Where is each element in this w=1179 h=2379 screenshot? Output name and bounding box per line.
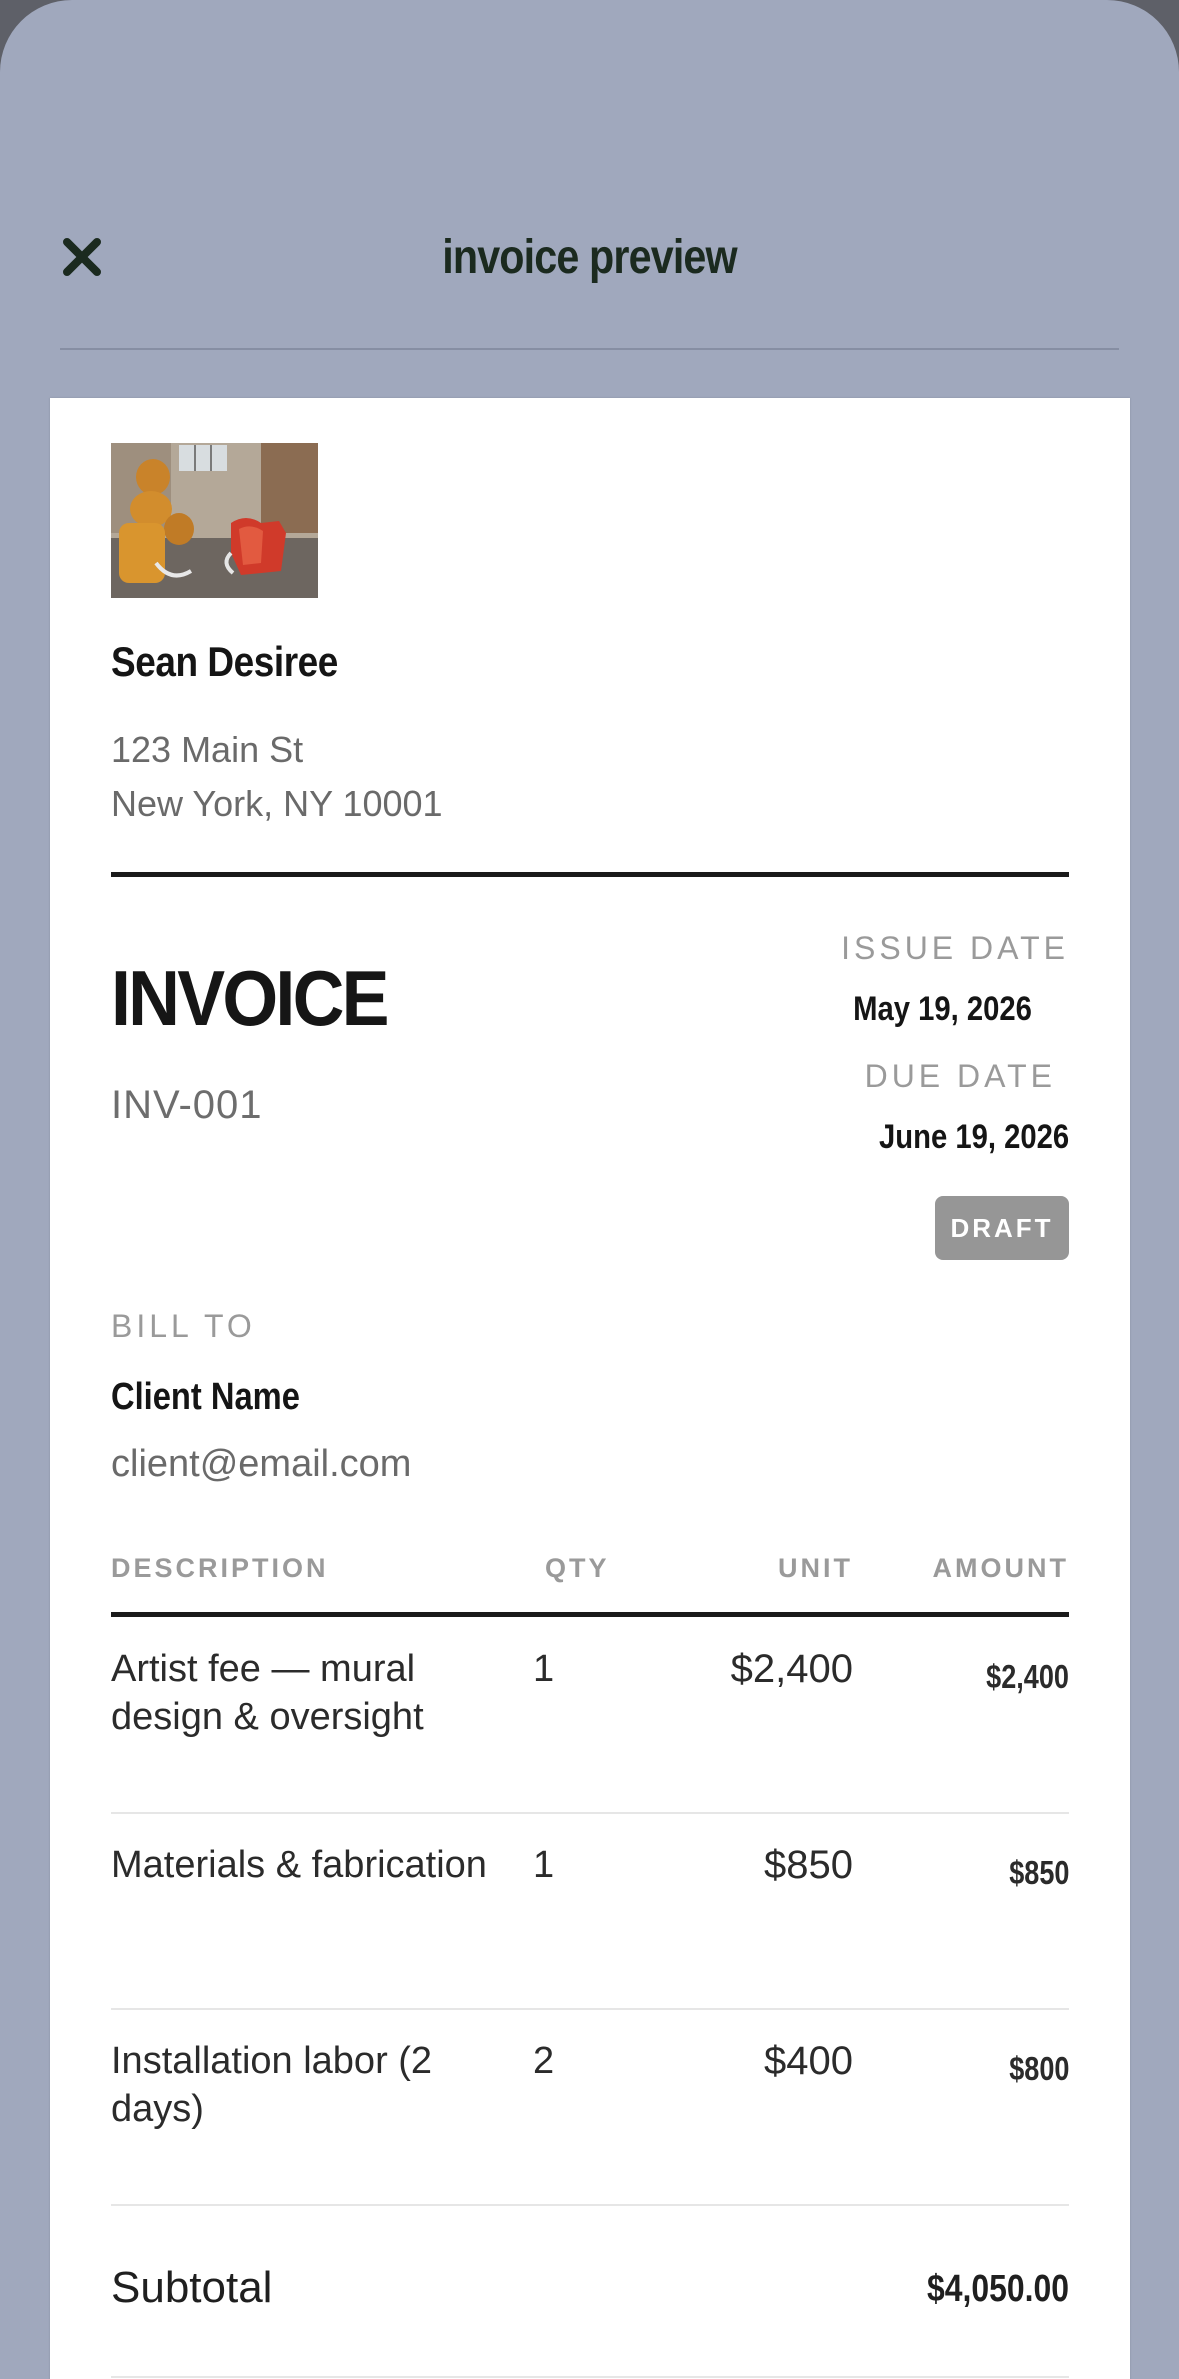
column-header-unit: UNIT [778,1553,853,1583]
modal-sheet: invoice preview Sean Desiree 123 Main St… [0,0,1179,2379]
invoice-number: INV-001 [111,1083,263,1127]
invoice-document: Sean Desiree 123 Main St New York, NY 10… [50,398,1130,2379]
address-line: 123 Main St [111,729,304,770]
business-address: 123 Main St New York, NY 10001 [111,723,443,831]
line-item-description: Materials & fabrication [111,1844,487,1886]
modal-title: invoice preview [442,231,737,284]
client-name: Client Name [111,1376,300,1418]
close-button[interactable] [60,235,104,279]
row-divider [111,2204,1069,2206]
table-row: Artist fee — mural design & oversight 1 … [111,1617,1069,1813]
due-date-value: June 19, 2026 [878,1118,1069,1156]
address-line: New York, NY 10001 [111,783,443,824]
business-logo [111,443,318,598]
issue-date-label: ISSUE DATE [841,930,1069,966]
column-header-amount: AMOUNT [932,1553,1069,1583]
row-divider [111,2376,1069,2378]
table-row: Materials & fabrication 1 $850 $850 [111,1813,1069,2009]
line-item-qty: 1 [533,1648,555,1690]
modal-header: invoice preview [60,200,1119,350]
issue-date-value: May 19, 2026 [853,990,1032,1028]
line-item-amount: $2,400 [986,1658,1069,1695]
line-item-unit: $400 [764,2039,853,2083]
line-item-amount: $800 [1008,2050,1069,2087]
due-date-label: DUE DATE [864,1058,1056,1094]
subtotal-label: Subtotal [111,2263,273,2312]
status-badge: DRAFT [935,1196,1069,1260]
close-icon [63,238,101,276]
client-email: client@email.com [111,1443,412,1485]
invoice-heading: INVOICE [111,954,390,1042]
line-item-description: Artist fee — mural design & oversight [111,1648,424,1738]
divider [111,872,1069,877]
line-item-qty: 2 [533,2040,555,2082]
line-item-amount: $850 [1008,1854,1069,1891]
column-header-qty: QTY [545,1553,610,1583]
line-item-unit: $2,400 [730,1647,853,1691]
subtotal-value: $4,050.00 [926,2268,1069,2310]
column-header-description: DESCRIPTION [111,1553,329,1583]
line-item-description: Installation labor (2 days) [111,2040,433,2130]
bill-to-label: BILL TO [111,1308,256,1344]
line-item-unit: $850 [764,1843,853,1887]
table-row: Installation labor (2 days) 2 $400 $800 [111,2009,1069,2205]
business-name: Sean Desiree [111,638,338,685]
line-item-qty: 1 [533,1844,555,1886]
